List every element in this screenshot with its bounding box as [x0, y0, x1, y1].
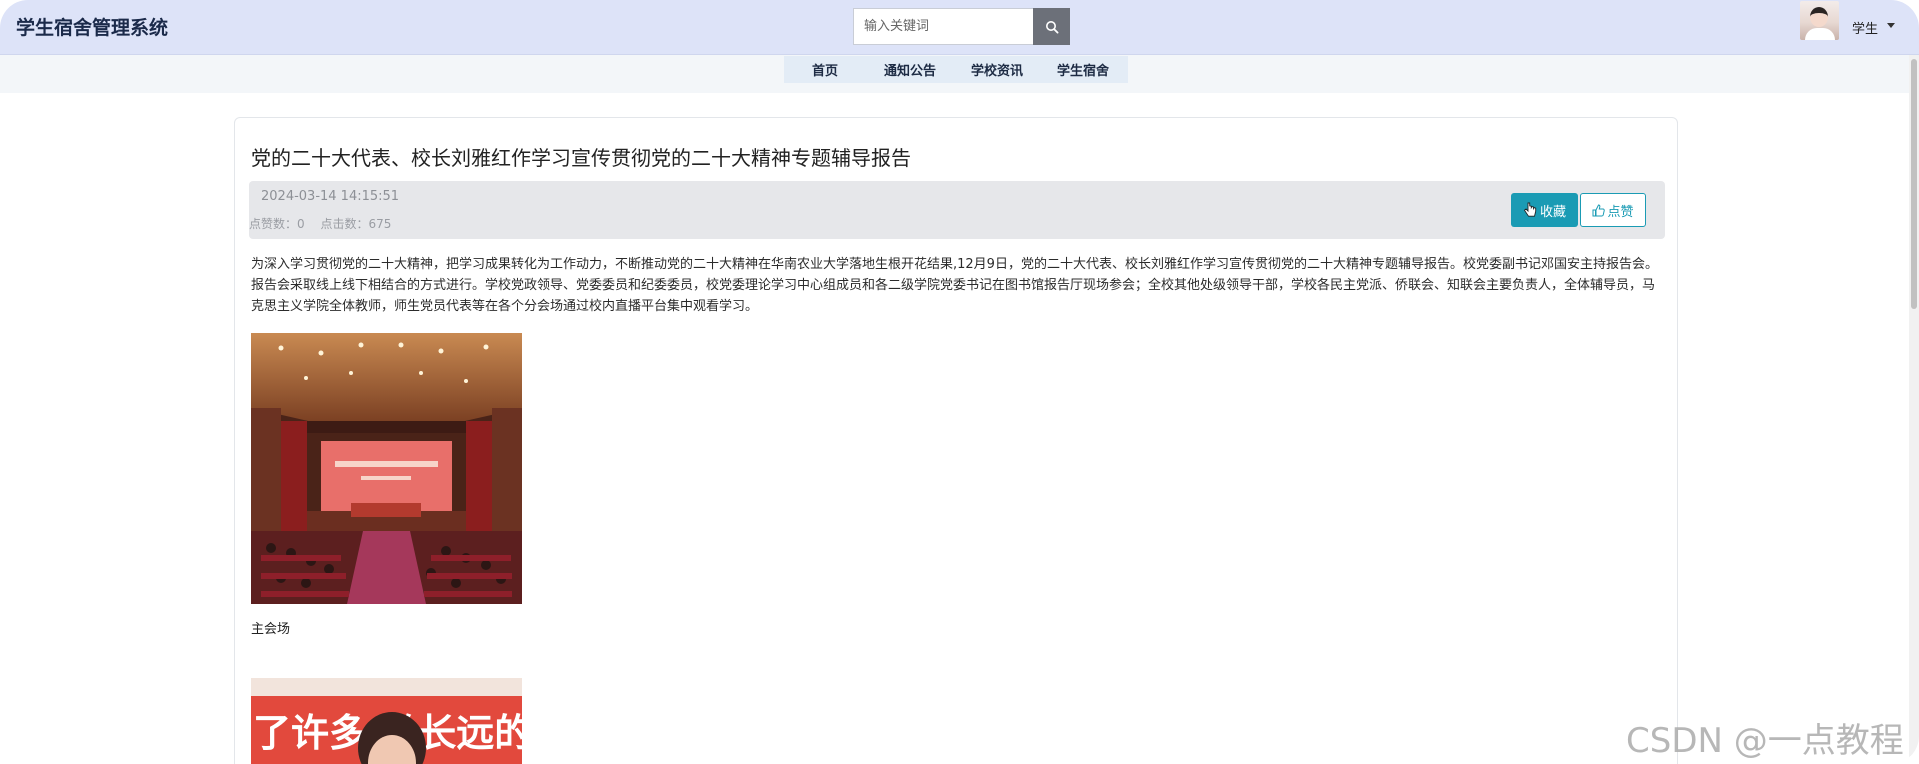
top-header: 学生宿舍管理系统 学生: [0, 0, 1919, 55]
cursor-hand-icon: [1523, 202, 1537, 217]
search-button[interactable]: [1033, 8, 1070, 45]
speaker-photo: 了许多 关长远的: [251, 678, 522, 764]
article-meta-bar: 2024-03-14 14:15:51 点赞数：0 点击数：675 收藏 点赞: [249, 181, 1665, 239]
user-menu-label[interactable]: 学生: [1852, 18, 1878, 37]
nav-item-notice[interactable]: 通知公告: [884, 60, 936, 79]
avatar-shirt: [1805, 28, 1835, 40]
thumbs-up-icon: [1592, 203, 1606, 216]
like-count: 点赞数：0: [249, 217, 305, 231]
auditorium-photo: [251, 333, 522, 604]
photo-main-venue: [251, 333, 522, 604]
page: 学生宿舍管理系统 学生 首页 通知公告 学校资讯 学生宿舍 党的二十大代表、校长…: [0, 0, 1919, 764]
avatar[interactable]: [1800, 1, 1839, 40]
caret-down-icon[interactable]: [1887, 23, 1895, 28]
avatar-face: [1810, 7, 1828, 27]
article-title: 党的二十大代表、校长刘雅红作学习宣传贯彻党的二十大精神专题辅导报告: [251, 146, 911, 170]
article-card: 党的二十大代表、校长刘雅红作学习宣传贯彻党的二十大精神专题辅导报告 2024-0…: [234, 117, 1678, 764]
scrollbar-thumb[interactable]: [1911, 59, 1917, 309]
search-bar: [853, 8, 1070, 45]
photo-caption: 主会场: [251, 622, 291, 637]
article-date: 2024-03-14 14:15:51: [261, 189, 400, 204]
watermark: CSDN @一点教程: [1626, 721, 1904, 761]
article-stats: 点赞数：0 点击数：675: [249, 215, 403, 232]
page-scrollbar[interactable]: [1909, 55, 1919, 764]
main-nav: 首页 通知公告 学校资讯 学生宿舍: [784, 56, 1128, 83]
like-button[interactable]: 点赞: [1580, 193, 1646, 227]
article-body: 为深入学习贯彻党的二十大精神，把学习成果转化为工作动力，不断推动党的二十大精神在…: [251, 257, 1658, 314]
search-input[interactable]: [853, 8, 1033, 45]
favorite-label: 收藏: [1539, 204, 1566, 220]
nav-item-dormitory[interactable]: 学生宿舍: [1057, 60, 1109, 79]
nav-item-school-news[interactable]: 学校资讯: [971, 60, 1023, 79]
photo-speaker: 了许多 关长远的: [251, 678, 522, 764]
nav-item-home[interactable]: 首页: [812, 60, 838, 79]
click-count: 点击数：675: [320, 217, 392, 231]
like-label: 点赞: [1607, 204, 1634, 220]
app-title: 学生宿舍管理系统: [16, 17, 169, 39]
search-icon: [1045, 20, 1059, 34]
favorite-button[interactable]: 收藏: [1511, 193, 1578, 227]
